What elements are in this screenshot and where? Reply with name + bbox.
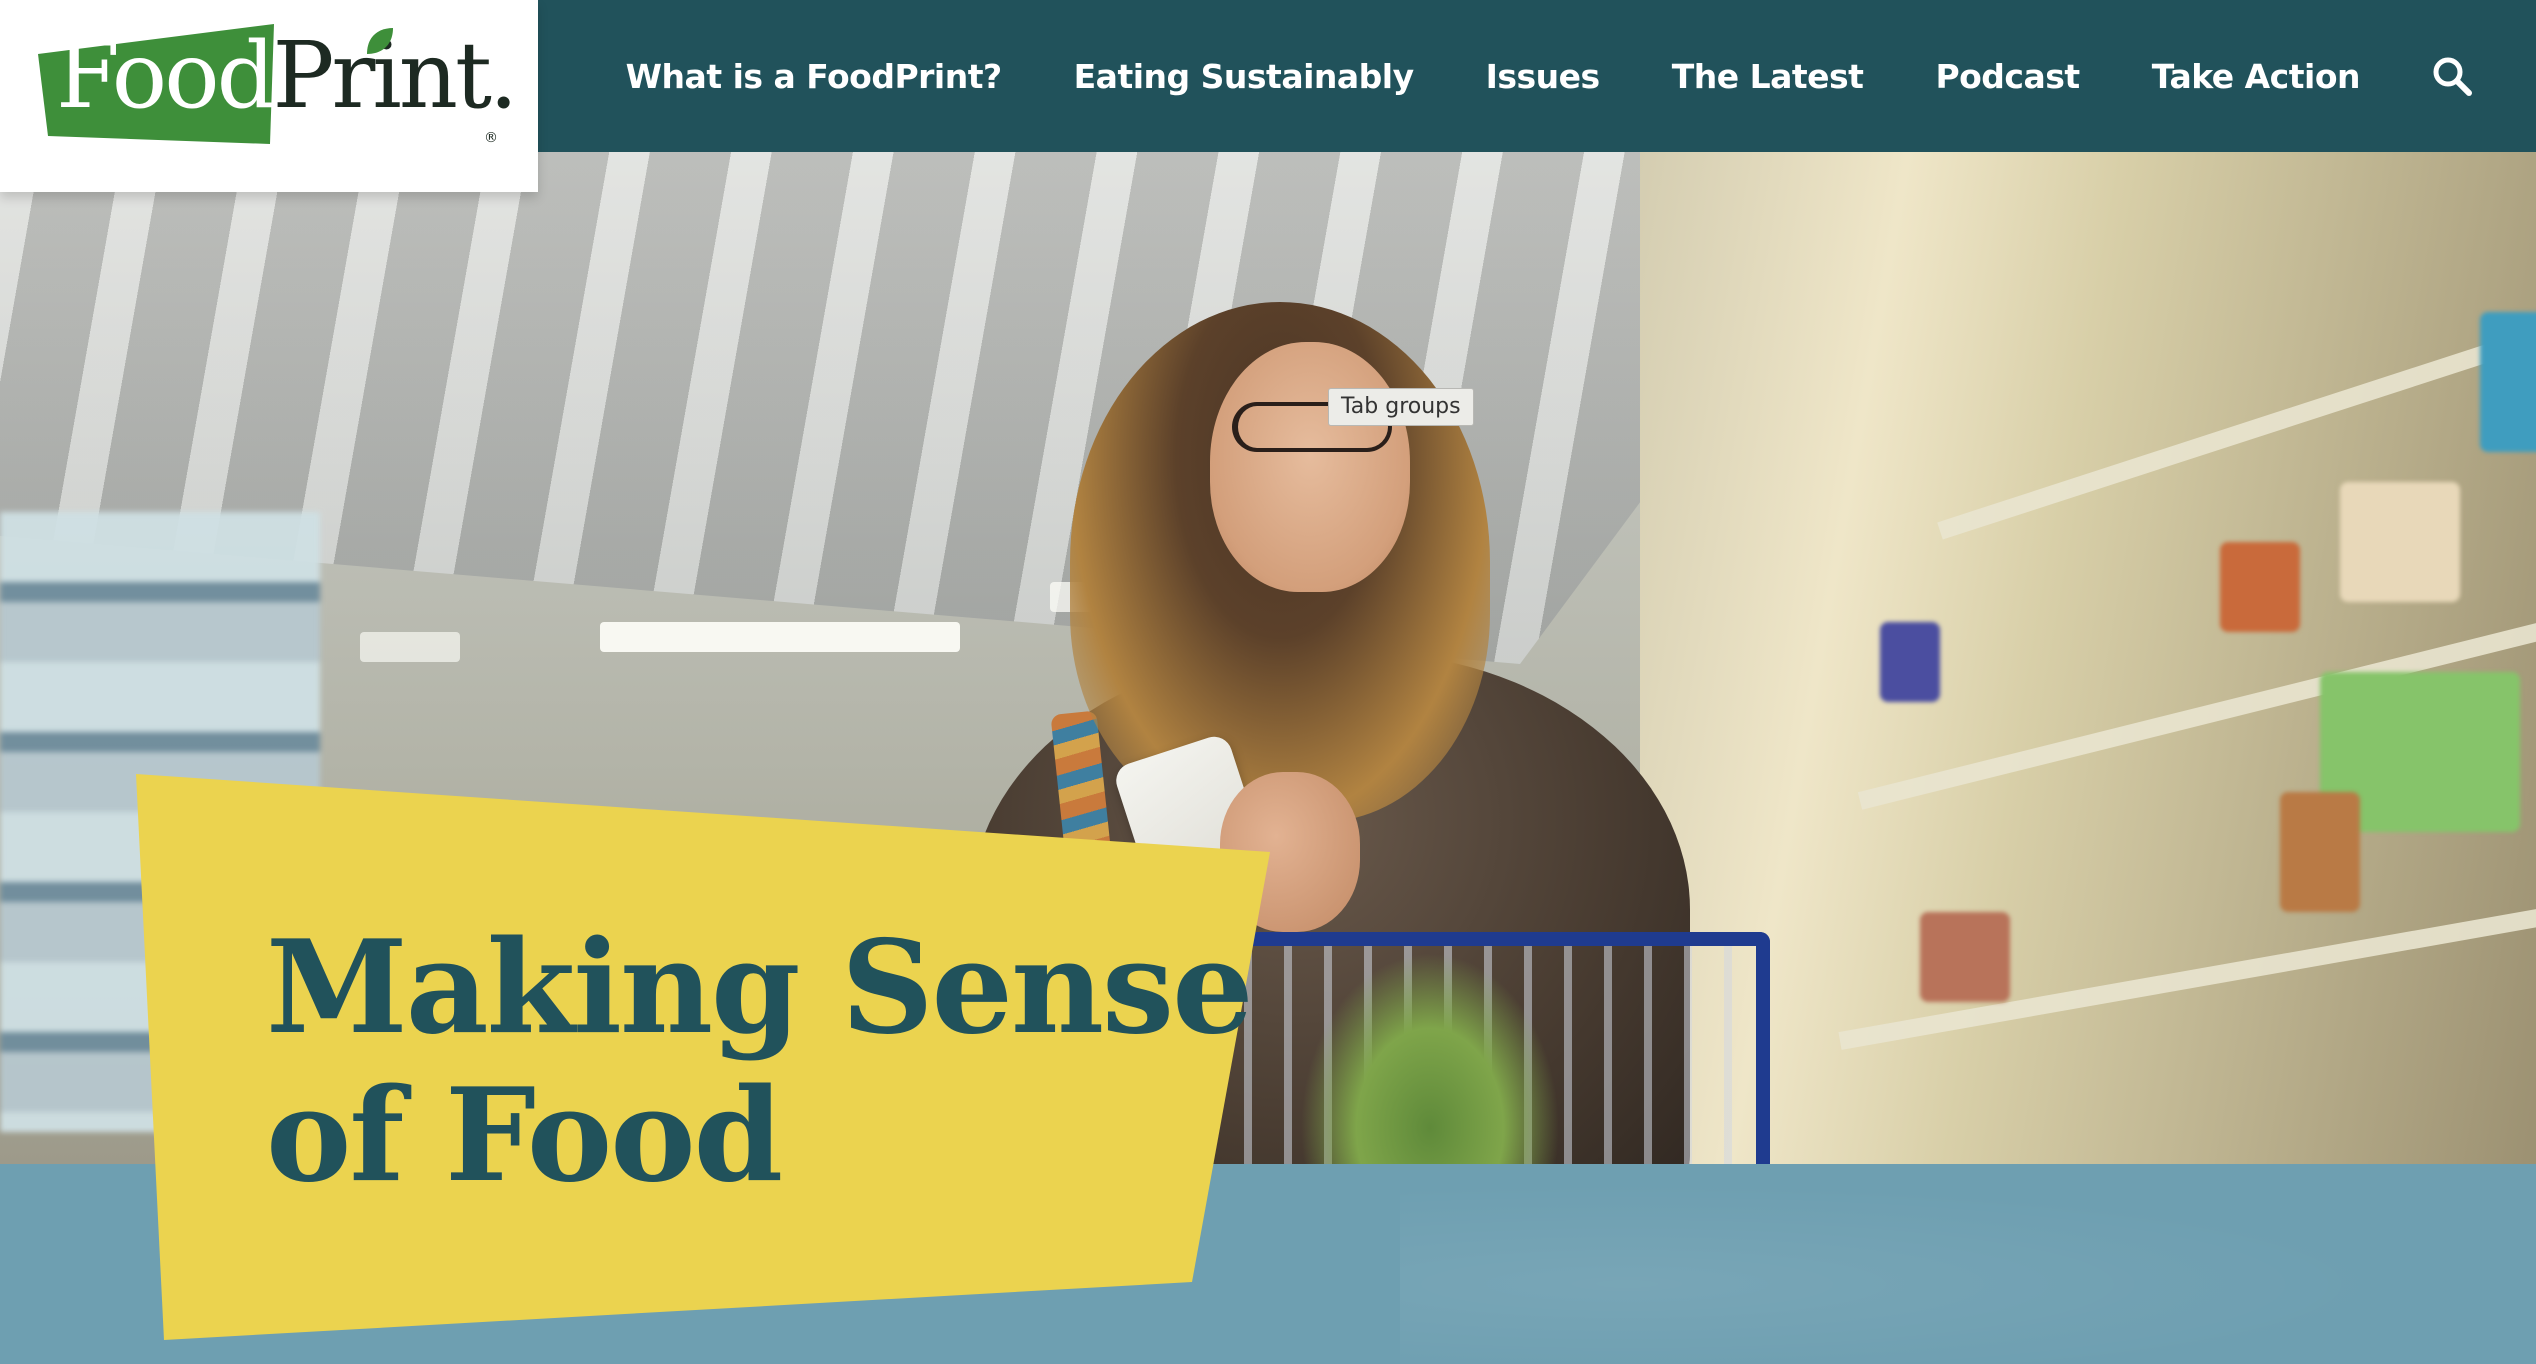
- person-face: [1210, 342, 1410, 592]
- ceiling-light: [600, 622, 960, 652]
- search-icon[interactable]: [2430, 54, 2474, 98]
- nav-item-issues[interactable]: Issues: [1486, 57, 1601, 96]
- nav-item-take-action[interactable]: Take Action: [2152, 57, 2361, 96]
- nav-item-podcast[interactable]: Podcast: [1935, 57, 2080, 96]
- tooltip: Tab groups: [1328, 388, 1474, 426]
- leaf-icon: [367, 28, 393, 54]
- site-logo[interactable]: FoodPrint. ®: [0, 0, 538, 192]
- ceiling-light: [360, 632, 460, 662]
- hero-title-line1: Making Sense: [266, 913, 1253, 1063]
- band-texture: [1400, 1164, 2536, 1364]
- main-nav: What is a FoodPrint? Eating Sustainably …: [554, 0, 2474, 152]
- product-box: [2280, 792, 2360, 912]
- nav-item-the-latest[interactable]: The Latest: [1672, 57, 1864, 96]
- registered-mark: ®: [484, 130, 498, 146]
- hero-title: Making Sense of Food: [266, 913, 1253, 1211]
- product-box: [2220, 542, 2300, 632]
- cart-greens: [1300, 952, 1560, 1164]
- product-box: [2340, 482, 2460, 602]
- nav-item-what-is-foodprint[interactable]: What is a FoodPrint?: [626, 57, 1002, 96]
- nav-item-eating-sustainably[interactable]: Eating Sustainably: [1074, 57, 1414, 96]
- right-shelf: [1640, 152, 2536, 1164]
- person-hand: [1220, 772, 1360, 932]
- hero-title-line2: of Food: [266, 1061, 783, 1211]
- product-box: [1920, 912, 2010, 1002]
- logo-word-food: Food: [56, 22, 275, 129]
- logo-wordmark: FoodPrint.: [56, 30, 518, 122]
- product-box: [1880, 622, 1940, 702]
- product-box: [2480, 312, 2536, 452]
